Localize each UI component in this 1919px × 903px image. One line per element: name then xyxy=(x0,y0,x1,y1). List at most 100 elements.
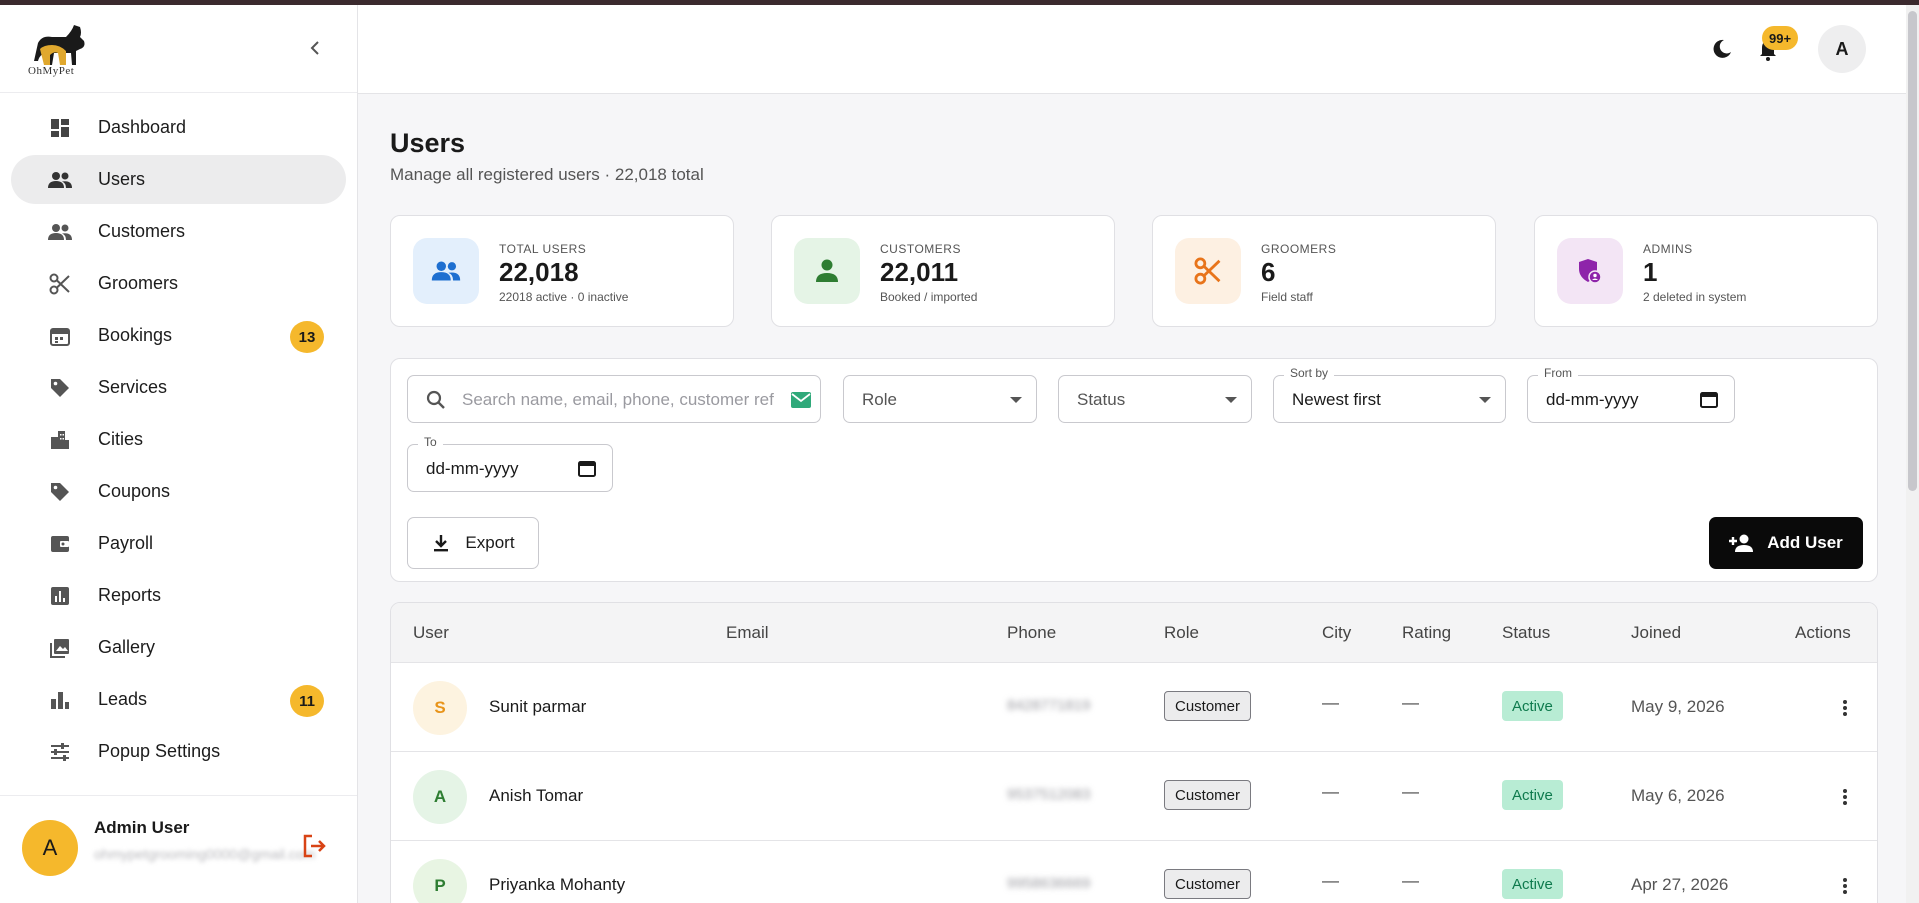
column-header-email[interactable]: Email xyxy=(726,623,769,643)
stat-value: 6 xyxy=(1261,257,1276,287)
stats-cards: TOTAL USERS 22,018 22018 active · 0 inac… xyxy=(390,215,1878,327)
stat-note: Field staff xyxy=(1261,290,1313,304)
status-select[interactable]: Status xyxy=(1058,375,1252,423)
sidebar-item-customers[interactable]: Customers xyxy=(11,207,346,256)
user-name: Anish Tomar xyxy=(489,786,584,805)
sort-select[interactable]: Sort by Newest first xyxy=(1273,366,1506,423)
sliders-icon xyxy=(48,740,72,764)
to-date-field[interactable]: To dd-mm-yyyy xyxy=(407,435,613,492)
add-user-icon xyxy=(1729,534,1754,552)
search-icon xyxy=(426,390,445,409)
export-button[interactable]: Export xyxy=(407,517,539,569)
calendar-icon[interactable] xyxy=(1700,390,1718,408)
user-phone: 9537512083 xyxy=(1007,786,1091,803)
page-scrollbar[interactable] xyxy=(1906,5,1919,903)
top-accent-bar xyxy=(0,0,1919,5)
column-header-joined[interactable]: Joined xyxy=(1631,623,1681,643)
stat-label: CUSTOMERS xyxy=(880,242,961,256)
customers-icon xyxy=(48,220,72,244)
email-autofill-icon[interactable] xyxy=(790,391,812,409)
column-header-user[interactable]: User xyxy=(413,623,449,643)
gallery-icon xyxy=(48,636,72,660)
sidebar-item-services[interactable]: Services xyxy=(11,363,346,412)
sidebar-item-leads[interactable]: Leads 11 xyxy=(11,675,346,724)
column-header-city[interactable]: City xyxy=(1322,623,1351,643)
sidebar-item-label: Groomers xyxy=(98,273,179,293)
stat-note: Booked / imported xyxy=(880,290,978,304)
sidebar-item-gallery[interactable]: Gallery xyxy=(11,623,346,672)
chevron-down-icon xyxy=(1479,397,1491,403)
column-header-status[interactable]: Status xyxy=(1502,623,1550,643)
user-rating: — xyxy=(1402,871,1419,890)
download-icon xyxy=(434,535,449,552)
table-row[interactable]: A Anish Tomar 9537512083 Customer — — Ac… xyxy=(391,752,1877,841)
leads-count-badge: 11 xyxy=(290,685,324,717)
calendar-icon[interactable] xyxy=(578,459,596,477)
user-name: Sunit parmar xyxy=(489,697,587,716)
sidebar-header: OhMyPet xyxy=(0,5,357,93)
sort-value: Newest first xyxy=(1292,390,1381,409)
column-header-actions: Actions xyxy=(1795,623,1851,642)
stat-note: 2 deleted in system xyxy=(1643,290,1747,304)
sidebar-item-popup-settings[interactable]: Popup Settings xyxy=(11,727,346,776)
profile-avatar[interactable]: A xyxy=(1818,25,1866,73)
role-select-placeholder: Role xyxy=(862,390,897,409)
sidebar-item-payroll[interactable]: Payroll xyxy=(11,519,346,568)
search-placeholder: Search name, email, phone, customer ref xyxy=(462,390,774,409)
scissors-icon xyxy=(48,272,72,296)
sidebar-item-coupons[interactable]: Coupons xyxy=(11,467,346,516)
admin-shield-icon xyxy=(1557,238,1623,304)
sidebar-item-groomers[interactable]: Groomers xyxy=(11,259,346,308)
user-email: ohmypetgrooming0000@gmail.com xyxy=(94,846,316,862)
logo-text: OhMyPet xyxy=(28,65,75,77)
bar-chart-icon xyxy=(48,688,72,712)
joined-date: Apr 27, 2026 xyxy=(1631,875,1729,894)
role-select[interactable]: Role xyxy=(843,375,1037,423)
stat-value: 22,011 xyxy=(880,257,959,287)
from-date-field[interactable]: From dd-mm-yyyy xyxy=(1527,366,1735,423)
user-city: — xyxy=(1322,782,1339,801)
scrollbar-thumb[interactable] xyxy=(1908,11,1917,491)
sidebar-item-reports[interactable]: Reports xyxy=(11,571,346,620)
column-header-role[interactable]: Role xyxy=(1164,623,1199,643)
city-icon xyxy=(48,428,72,452)
table-row[interactable]: P Priyanka Mohanty 9958636669 Customer —… xyxy=(391,841,1877,903)
more-options-icon[interactable] xyxy=(1835,874,1855,898)
sidebar-item-dashboard[interactable]: Dashboard xyxy=(11,103,346,152)
stat-card-admins: ADMINS 1 2 deleted in system xyxy=(1534,215,1878,327)
more-options-icon[interactable] xyxy=(1835,785,1855,809)
stat-label: TOTAL USERS xyxy=(499,242,587,256)
to-label: To xyxy=(418,435,443,449)
user-name: Admin User xyxy=(94,818,190,837)
sidebar-item-label: Coupons xyxy=(98,481,171,501)
sidebar-item-users[interactable]: Users xyxy=(11,155,346,204)
more-options-icon[interactable] xyxy=(1835,696,1855,720)
chevron-down-icon xyxy=(1010,397,1022,403)
sidebar-item-label: Popup Settings xyxy=(98,741,221,761)
from-label: From xyxy=(1538,366,1578,380)
logout-icon[interactable] xyxy=(300,832,328,860)
user-rating: — xyxy=(1402,693,1419,712)
stat-value: 22,018 xyxy=(499,257,579,287)
stat-note: 22018 active · 0 inactive xyxy=(499,290,629,304)
sidebar-item-label: Reports xyxy=(98,585,162,605)
sidebar-item-label: Payroll xyxy=(98,533,154,553)
status-badge: Active xyxy=(1502,691,1563,721)
sidebar-item-bookings[interactable]: Bookings 13 xyxy=(11,311,346,360)
notification-count-badge: 99+ xyxy=(1762,26,1799,50)
collapse-sidebar-button[interactable] xyxy=(300,33,330,63)
sidebar-item-cities[interactable]: Cities xyxy=(11,415,346,464)
avatar: S xyxy=(413,681,467,735)
dark-mode-toggle-icon[interactable] xyxy=(1710,37,1734,61)
role-badge: Customer xyxy=(1164,780,1252,810)
search-input[interactable]: Search name, email, phone, customer ref xyxy=(407,375,821,423)
column-header-phone[interactable]: Phone xyxy=(1007,623,1056,643)
add-user-button[interactable]: Add User xyxy=(1709,517,1863,569)
status-badge: Active xyxy=(1502,780,1563,810)
status-select-placeholder: Status xyxy=(1077,390,1126,409)
column-header-rating[interactable]: Rating xyxy=(1402,623,1451,643)
sidebar-nav: Dashboard Users Customers Groomers Booki… xyxy=(0,93,357,776)
sidebar-item-label: Dashboard xyxy=(98,117,187,137)
table-row[interactable]: S Sunit parmar 8428771819 Customer — — A… xyxy=(391,663,1877,752)
calendar-icon xyxy=(48,324,72,348)
